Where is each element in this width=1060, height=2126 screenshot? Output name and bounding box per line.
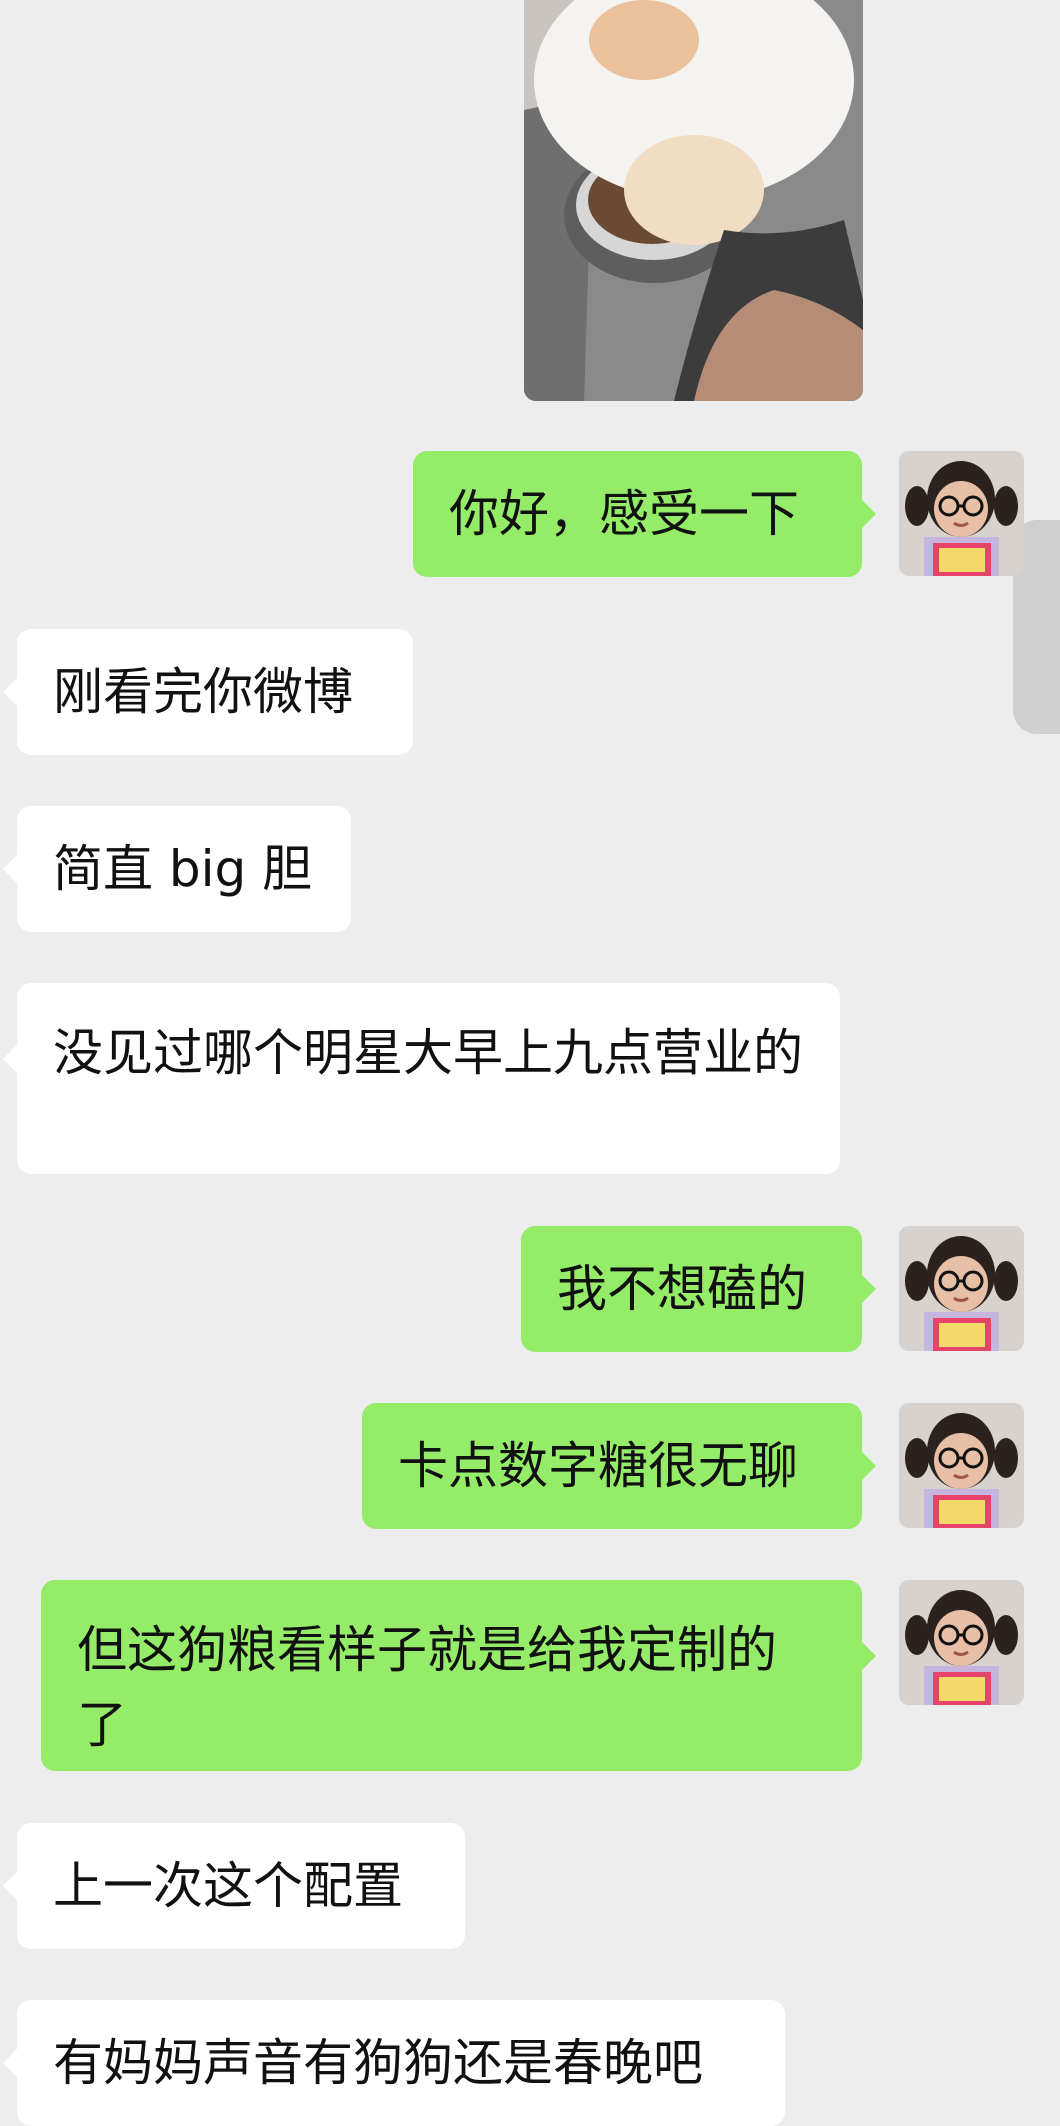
- message-text: 上一次这个配置: [53, 1856, 403, 1915]
- message-bubble-outgoing[interactable]: 我不想磕的: [521, 1226, 876, 1352]
- message-text: 我不想磕的: [557, 1259, 807, 1318]
- profile-picture-icon: [899, 1580, 1024, 1705]
- dog-eating-photo-image: [524, 0, 863, 401]
- profile-picture-icon: [899, 451, 1024, 576]
- message-text: 但这狗粮看样子就是给我定制的了: [77, 1621, 777, 1754]
- message-bubble-incoming[interactable]: 上一次这个配置: [3, 1823, 465, 1949]
- message-bubble-incoming[interactable]: 有妈妈声音有狗狗还是春晚吧: [3, 2000, 785, 2126]
- avatar[interactable]: [899, 1403, 1024, 1528]
- shared-photo[interactable]: [524, 0, 863, 401]
- message-bubble-incoming[interactable]: 简直 big 胆: [3, 806, 351, 932]
- message-bubble-incoming[interactable]: 刚看完你微博: [3, 629, 413, 755]
- profile-picture-icon: [899, 1226, 1024, 1351]
- profile-picture-icon: [899, 1403, 1024, 1528]
- avatar[interactable]: [899, 1580, 1024, 1705]
- message-bubble-incoming[interactable]: 没见过哪个明星大早上九点营业的: [3, 983, 840, 1174]
- message-text: 刚看完你微博: [53, 662, 353, 721]
- message-text: 有妈妈声音有狗狗还是春晚吧: [53, 2033, 703, 2092]
- avatar[interactable]: [899, 451, 1024, 576]
- message-bubble-outgoing[interactable]: 卡点数字糖很无聊: [362, 1403, 876, 1529]
- avatar[interactable]: [899, 1226, 1024, 1351]
- message-text: 卡点数字糖很无聊: [398, 1436, 798, 1495]
- message-bubble-outgoing[interactable]: 你好，感受一下: [413, 451, 876, 577]
- message-text: 简直 big 胆: [53, 839, 313, 898]
- message-text: 你好，感受一下: [449, 484, 799, 543]
- message-bubble-outgoing[interactable]: 但这狗粮看样子就是给我定制的了: [41, 1580, 876, 1771]
- message-text: 没见过哪个明星大早上九点营业的: [53, 1024, 803, 1082]
